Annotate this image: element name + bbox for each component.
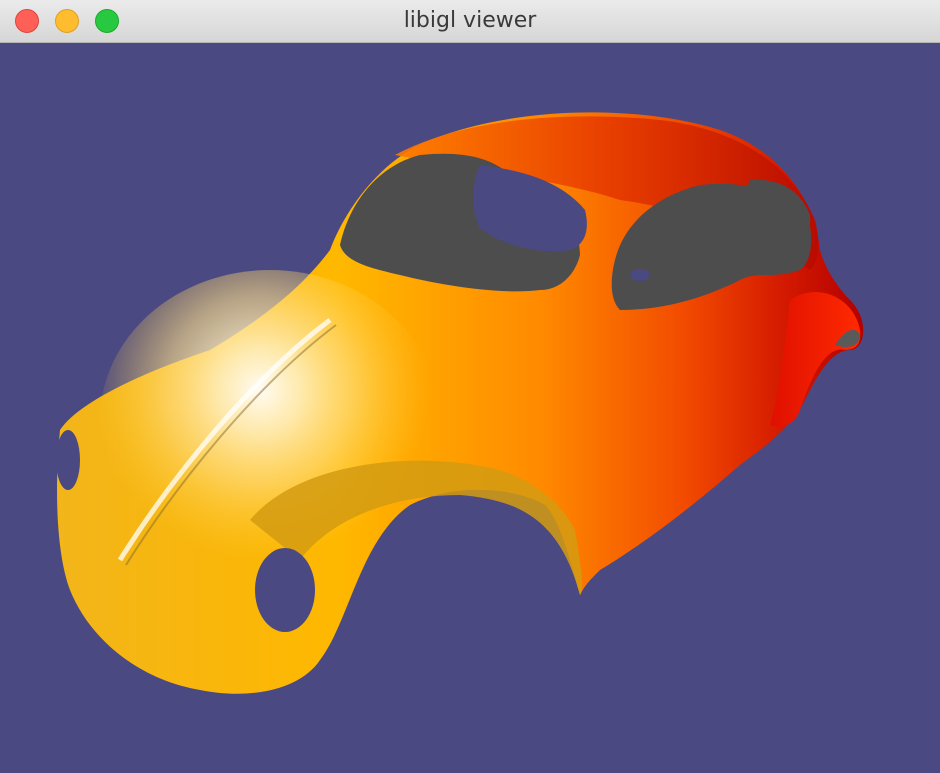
app-window: libigl viewer xyxy=(0,0,940,773)
headlight-hole xyxy=(255,548,315,632)
window-title: libigl viewer xyxy=(403,8,537,33)
title-bar[interactable]: libigl viewer xyxy=(0,0,940,43)
3d-viewport[interactable] xyxy=(0,43,940,773)
mesh-render xyxy=(56,112,864,694)
rear-quarter-cutout xyxy=(630,269,650,281)
left-headlight-hole xyxy=(56,430,80,490)
